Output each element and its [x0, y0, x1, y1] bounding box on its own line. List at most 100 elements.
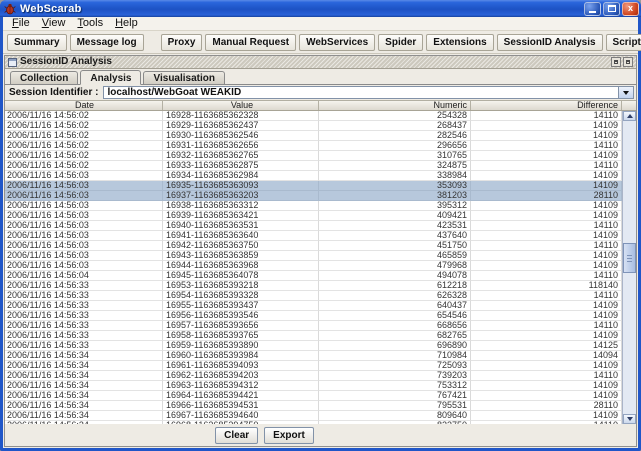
- app-icon: [4, 3, 16, 15]
- menu-item-view[interactable]: View: [36, 17, 72, 30]
- cell-value: 16943-1163685363859: [163, 251, 319, 261]
- close-icon: x: [628, 4, 633, 13]
- cell-date: 2006/11/16 14:56:33: [5, 281, 163, 291]
- table-row[interactable]: 2006/11/16 14:56:3416967-116368539464080…: [5, 411, 622, 421]
- column-header-date[interactable]: Date: [5, 101, 163, 110]
- table-row[interactable]: 2006/11/16 14:56:0216931-116368536265629…: [5, 141, 622, 151]
- table-row[interactable]: 2006/11/16 14:56:3316956-116368539354665…: [5, 311, 622, 321]
- frame-title: SessionID Analysis: [20, 56, 112, 68]
- column-header-numeric[interactable]: Numeric: [319, 101, 471, 110]
- table-row[interactable]: 2006/11/16 14:56:3416961-116368539409372…: [5, 361, 622, 371]
- table-row[interactable]: 2006/11/16 14:56:3416966-116368539453179…: [5, 401, 622, 411]
- tab-visualisation[interactable]: Visualisation: [143, 71, 225, 84]
- table-row[interactable]: 2006/11/16 14:56:3416963-116368539431275…: [5, 381, 622, 391]
- table-row[interactable]: 2006/11/16 14:56:0216929-116368536243726…: [5, 121, 622, 131]
- table-row[interactable]: 2006/11/16 14:56:0316938-116368536331239…: [5, 201, 622, 211]
- scrollbar-thumb[interactable]: [623, 243, 636, 273]
- vertical-scrollbar[interactable]: [622, 111, 636, 424]
- toolbar-button-spider[interactable]: Spider: [378, 34, 423, 51]
- tab-analysis[interactable]: Analysis: [80, 70, 141, 85]
- cell-value: 16962-1163685394203: [163, 371, 319, 381]
- table-row[interactable]: 2006/11/16 14:56:3416960-116368539398471…: [5, 351, 622, 361]
- cell-numeric: 381203: [319, 191, 471, 201]
- cell-value: 16966-1163685394531: [163, 401, 319, 411]
- window-controls: x: [584, 2, 639, 16]
- cell-date: 2006/11/16 14:56:02: [5, 161, 163, 171]
- table-row[interactable]: 2006/11/16 14:56:3316959-116368539389069…: [5, 341, 622, 351]
- table-row[interactable]: 2006/11/16 14:56:3316955-116368539343764…: [5, 301, 622, 311]
- table-row[interactable]: 2006/11/16 14:56:0316942-116368536375045…: [5, 241, 622, 251]
- toolbar-button-manual-request[interactable]: Manual Request: [205, 34, 296, 51]
- table-row[interactable]: 2006/11/16 14:56:0316935-116368536309335…: [5, 181, 622, 191]
- toolbar-button-message-log[interactable]: Message log: [70, 34, 144, 51]
- toolbar-button-proxy[interactable]: Proxy: [161, 34, 203, 51]
- column-header-value[interactable]: Value: [163, 101, 319, 110]
- cell-numeric: 338984: [319, 171, 471, 181]
- cell-numeric: 640437: [319, 301, 471, 311]
- table-row[interactable]: 2006/11/16 14:56:0216933-116368536287532…: [5, 161, 622, 171]
- combobox-dropdown-button[interactable]: [618, 87, 633, 98]
- frame-restore-button[interactable]: [611, 57, 621, 67]
- table-row[interactable]: 2006/11/16 14:56:3316953-116368539321861…: [5, 281, 622, 291]
- frame-icon: [8, 58, 17, 67]
- table-row[interactable]: 2006/11/16 14:56:3316957-116368539365666…: [5, 321, 622, 331]
- menu-item-tools[interactable]: Tools: [71, 17, 109, 30]
- table-row[interactable]: 2006/11/16 14:56:0316937-116368536320338…: [5, 191, 622, 201]
- frame-maximize-button[interactable]: [623, 57, 633, 67]
- cell-difference: 14110: [471, 221, 622, 231]
- table-row[interactable]: 2006/11/16 14:56:3316958-116368539376568…: [5, 331, 622, 341]
- table-row[interactable]: 2006/11/16 14:56:3316954-116368539332862…: [5, 291, 622, 301]
- minimize-button[interactable]: [584, 2, 601, 16]
- cell-numeric: 254328: [319, 111, 471, 121]
- cell-difference: 14110: [471, 321, 622, 331]
- table-row[interactable]: 2006/11/16 14:56:0316941-116368536364043…: [5, 231, 622, 241]
- close-button[interactable]: x: [622, 2, 639, 16]
- clear-button[interactable]: Clear: [215, 427, 258, 444]
- table-row[interactable]: 2006/11/16 14:56:0316944-116368536396847…: [5, 261, 622, 271]
- cell-value: 16958-1163685393765: [163, 331, 319, 341]
- toolbar-button-summary[interactable]: Summary: [7, 34, 67, 51]
- table-row[interactable]: 2006/11/16 14:56:0316934-116368536298433…: [5, 171, 622, 181]
- cell-date: 2006/11/16 14:56:02: [5, 141, 163, 151]
- table-row[interactable]: 2006/11/16 14:56:0316939-116368536342140…: [5, 211, 622, 221]
- menu-item-help[interactable]: Help: [109, 17, 144, 30]
- cell-difference: 14109: [471, 211, 622, 221]
- session-identifier-row: Session Identifier : localhost/WebGoat W…: [5, 85, 636, 100]
- menu-item-file[interactable]: File: [6, 17, 36, 30]
- toolbar-button-scripted[interactable]: Scripted: [606, 34, 641, 51]
- column-header-difference[interactable]: Difference: [471, 101, 622, 110]
- table-row[interactable]: 2006/11/16 14:56:3416964-116368539442176…: [5, 391, 622, 401]
- cell-date: 2006/11/16 14:56:03: [5, 201, 163, 211]
- cell-difference: 14110: [471, 271, 622, 281]
- cell-difference: 118140: [471, 281, 622, 291]
- frame-title-bar[interactable]: SessionID Analysis: [5, 56, 636, 69]
- table-row[interactable]: 2006/11/16 14:56:0416945-116368536407849…: [5, 271, 622, 281]
- cell-numeric: 353093: [319, 181, 471, 191]
- scrollbar-track[interactable]: [623, 121, 636, 414]
- cell-numeric: 395312: [319, 201, 471, 211]
- cell-value: 16942-1163685363750: [163, 241, 319, 251]
- table-row[interactable]: 2006/11/16 14:56:0316940-116368536353142…: [5, 221, 622, 231]
- cell-difference: 14110: [471, 371, 622, 381]
- scroll-up-button[interactable]: [623, 111, 636, 121]
- table-row[interactable]: 2006/11/16 14:56:0316943-116368536385946…: [5, 251, 622, 261]
- table-row[interactable]: 2006/11/16 14:56:3416962-116368539420373…: [5, 371, 622, 381]
- toolbar-button-sessionid-analysis[interactable]: SessionID Analysis: [497, 34, 603, 51]
- triangle-down-icon: [627, 417, 633, 421]
- cell-value: 16933-1163685362875: [163, 161, 319, 171]
- cell-numeric: 324875: [319, 161, 471, 171]
- cell-value: 16945-1163685364078: [163, 271, 319, 281]
- maximize-button[interactable]: [603, 2, 620, 16]
- tab-collection[interactable]: Collection: [10, 71, 78, 84]
- title-bar[interactable]: WebScarab x: [0, 0, 641, 17]
- cell-difference: 14110: [471, 291, 622, 301]
- table-row[interactable]: 2006/11/16 14:56:0216930-116368536254628…: [5, 131, 622, 141]
- cell-date: 2006/11/16 14:56:34: [5, 411, 163, 421]
- table-row[interactable]: 2006/11/16 14:56:0216932-116368536276531…: [5, 151, 622, 161]
- table-row[interactable]: 2006/11/16 14:56:0216928-116368536232825…: [5, 111, 622, 121]
- toolbar-button-extensions[interactable]: Extensions: [426, 34, 493, 51]
- toolbar-button-webservices[interactable]: WebServices: [299, 34, 375, 51]
- scroll-down-button[interactable]: [623, 414, 636, 424]
- export-button[interactable]: Export: [264, 427, 314, 444]
- session-identifier-combobox[interactable]: localhost/WebGoat WEAKID: [103, 86, 634, 99]
